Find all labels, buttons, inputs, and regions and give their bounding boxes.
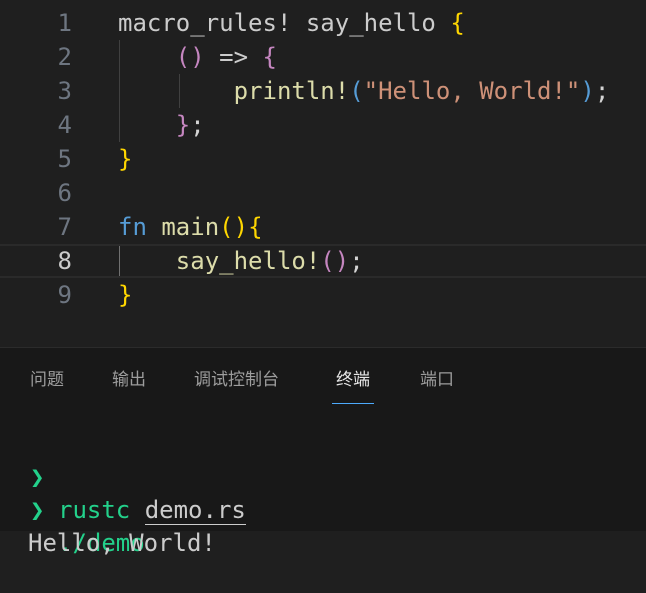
code-token: println! [233,77,350,105]
code-text: fn main(){ [118,210,263,244]
code-token: macro_rules! say_hello [118,9,451,37]
code-token: say_hello! [118,247,321,275]
code-text: macro_rules! say_hello { [118,6,465,40]
code-editor[interactable]: 1 macro_rules! say_hello {2 () => {3 prin… [0,0,646,347]
tab-problems[interactable]: 问题 [30,368,64,404]
code-text: () => { [118,40,277,74]
tab-debug-console[interactable]: 调试控制台 [194,368,279,404]
line-number: 9 [57,281,72,309]
tab-ports[interactable]: 端口 [420,368,454,404]
code-token: "Hello, World!" [363,77,581,105]
code-line[interactable]: 2 () => { [0,40,646,74]
line-number: 7 [57,213,72,241]
code-text: println!("Hello, World!"); [118,74,610,108]
code-line[interactable]: 1 macro_rules! say_hello { [0,6,646,40]
line-number: 1 [57,9,72,37]
code-token: } [118,145,133,173]
line-number: 6 [57,179,72,207]
code-token: ; [190,111,205,139]
code-token: main [146,213,220,241]
code-line[interactable]: 8 say_hello!(); [0,244,646,278]
code-token: } [175,111,191,139]
code-token: () [320,247,350,275]
tab-output[interactable]: 输出 [112,368,146,404]
line-number: 4 [57,111,72,139]
code-line[interactable]: 5} [0,142,646,176]
line-number: 5 [57,145,72,173]
terminal-line: Hello, World! [0,494,646,557]
terminal-output: Hello, World! [28,529,216,557]
line-number: 8 [57,247,72,275]
code-line[interactable]: 3 println!("Hello, World!"); [0,74,646,108]
code-token: => [204,43,263,71]
code-token: () [175,43,205,71]
code-text: } [118,142,132,176]
terminal-line: ❯ rustc demo.rs [0,428,646,525]
code-line[interactable]: 9} [0,278,646,312]
code-token: fn [118,213,147,241]
code-text: } [118,278,132,312]
code-token: { [262,43,277,71]
line-number: 2 [57,43,72,71]
line-number: 3 [57,77,72,105]
code-token: } [118,281,133,309]
bottom-panel: 问题 输出 调试控制台 终端 端口 ❯ rustc demo.rs ❯ ./de… [0,347,646,557]
code-token: ; [594,77,610,105]
code-token: ; [349,247,364,275]
terminal-line: ❯ ./demo [0,461,646,557]
tab-terminal[interactable]: 终端 [332,368,374,404]
code-token: ( [349,77,364,105]
code-text: }; [118,108,205,142]
code-text: say_hello!(); [118,246,364,276]
code-token: { [248,213,263,241]
panel-tabs: 问题 输出 调试控制台 终端 端口 [0,348,646,408]
code-token: ) [580,77,595,105]
code-token: { [450,9,465,37]
code-line[interactable]: 6 [0,176,646,210]
code-token: () [219,213,249,241]
code-line[interactable]: 4 }; [0,108,646,142]
code-line[interactable]: 7 fn main(){ [0,210,646,244]
